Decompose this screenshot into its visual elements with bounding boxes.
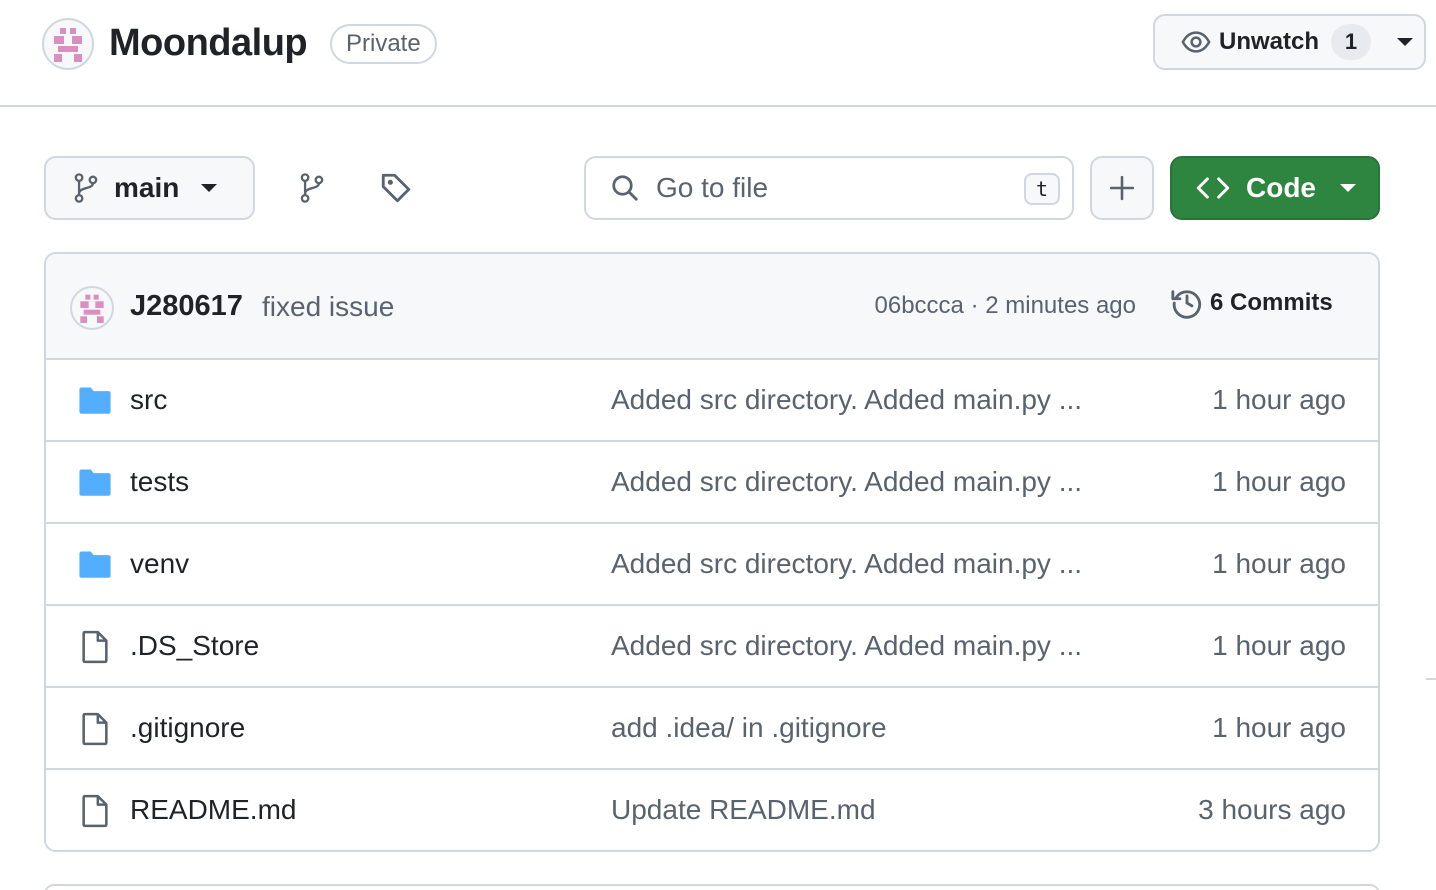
file-row[interactable]: README.md Update README.md 3 hours ago: [46, 770, 1378, 850]
file-name-link[interactable]: tests: [130, 466, 189, 498]
file-icon: [82, 630, 108, 664]
readme-panel-edge: [44, 884, 1380, 890]
identicon-icon: [54, 28, 82, 62]
file-age: 1 hour ago: [1212, 630, 1346, 661]
identicon-icon: [80, 294, 104, 323]
unwatch-button[interactable]: Unwatch 1: [1153, 14, 1426, 70]
file-age: 3 hours ago: [1198, 794, 1346, 825]
commits-count-label: 6 Commits: [1210, 289, 1333, 316]
file-commit-message-link[interactable]: add .idea/ in .gitignore: [611, 712, 887, 744]
file-name-link[interactable]: README.md: [130, 794, 296, 826]
search-icon: [612, 175, 638, 201]
file-name-link[interactable]: .DS_Store: [130, 630, 259, 662]
chevron-down-icon: [1397, 38, 1414, 46]
file-name-link[interactable]: venv: [130, 548, 189, 580]
chevron-down-icon: [1340, 184, 1356, 192]
file-row[interactable]: venv Added src directory. Added main.py …: [46, 524, 1378, 606]
folder-icon: [79, 387, 111, 414]
visibility-badge: Private: [330, 24, 437, 64]
file-age: 1 hour ago: [1212, 384, 1346, 415]
file-row[interactable]: src Added src directory. Added main.py .…: [46, 360, 1378, 442]
file-row[interactable]: .DS_Store Added src directory. Added mai…: [46, 606, 1378, 688]
keyboard-shortcut-hint: t: [1024, 173, 1060, 205]
file-icon: [82, 712, 108, 746]
latest-commit-bar: J280617 fixed issue 06bccca · 2 minutes …: [46, 254, 1378, 360]
go-to-file-input[interactable]: Go to file t: [584, 156, 1074, 220]
file-commit-message-link[interactable]: Update README.md: [611, 794, 876, 826]
commit-author-avatar[interactable]: [70, 286, 114, 330]
commit-message-link[interactable]: fixed issue: [262, 291, 394, 323]
code-label: Code: [1246, 172, 1316, 203]
folder-icon: [79, 551, 111, 578]
tags-button[interactable]: [376, 168, 416, 208]
watcher-count-badge: 1: [1331, 24, 1372, 60]
sidebar-divider: [1426, 678, 1436, 680]
file-age: 1 hour ago: [1212, 548, 1346, 579]
file-age: 1 hour ago: [1212, 466, 1346, 497]
repo-header: Moondalup Private Unwatch 1: [0, 0, 1436, 107]
file-commit-message-link[interactable]: Added src directory. Added main.py ...: [611, 630, 1082, 662]
history-icon: [1171, 290, 1202, 319]
commit-author-link[interactable]: J280617: [130, 290, 243, 323]
file-name-link[interactable]: src: [130, 384, 167, 416]
eye-icon: [1181, 31, 1211, 53]
commit-hash-time[interactable]: 06bccca · 2 minutes ago: [875, 292, 1136, 320]
owner-avatar[interactable]: [42, 18, 94, 70]
branch-selector-button[interactable]: main: [44, 156, 255, 220]
file-icon: [82, 794, 108, 828]
git-branch-icon: [74, 173, 98, 203]
unwatch-label: Unwatch: [1219, 28, 1320, 55]
git-branch-icon: [300, 173, 324, 203]
branches-button[interactable]: [292, 168, 332, 208]
file-name-link[interactable]: .gitignore: [130, 712, 245, 744]
file-row[interactable]: tests Added src directory. Added main.py…: [46, 442, 1378, 524]
plus-icon: [1109, 175, 1135, 201]
add-file-button[interactable]: [1090, 156, 1154, 220]
file-commit-message-link[interactable]: Added src directory. Added main.py ...: [611, 384, 1082, 416]
file-row[interactable]: .gitignore add .idea/ in .gitignore 1 ho…: [46, 688, 1378, 770]
tag-icon: [381, 173, 411, 203]
file-commit-message-link[interactable]: Added src directory. Added main.py ...: [611, 466, 1082, 498]
repo-name-link[interactable]: Moondalup: [109, 18, 308, 68]
code-icon: [1196, 177, 1230, 199]
chevron-down-icon: [201, 184, 218, 192]
code-button[interactable]: Code: [1170, 156, 1380, 220]
commits-link[interactable]: 6 Commits: [1170, 286, 1333, 320]
folder-icon: [79, 469, 111, 496]
search-placeholder: Go to file: [656, 172, 769, 203]
file-age: 1 hour ago: [1212, 712, 1346, 743]
file-browser: J280617 fixed issue 06bccca · 2 minutes …: [44, 252, 1380, 852]
branch-name: main: [114, 172, 180, 203]
file-commit-message-link[interactable]: Added src directory. Added main.py ...: [611, 548, 1082, 580]
